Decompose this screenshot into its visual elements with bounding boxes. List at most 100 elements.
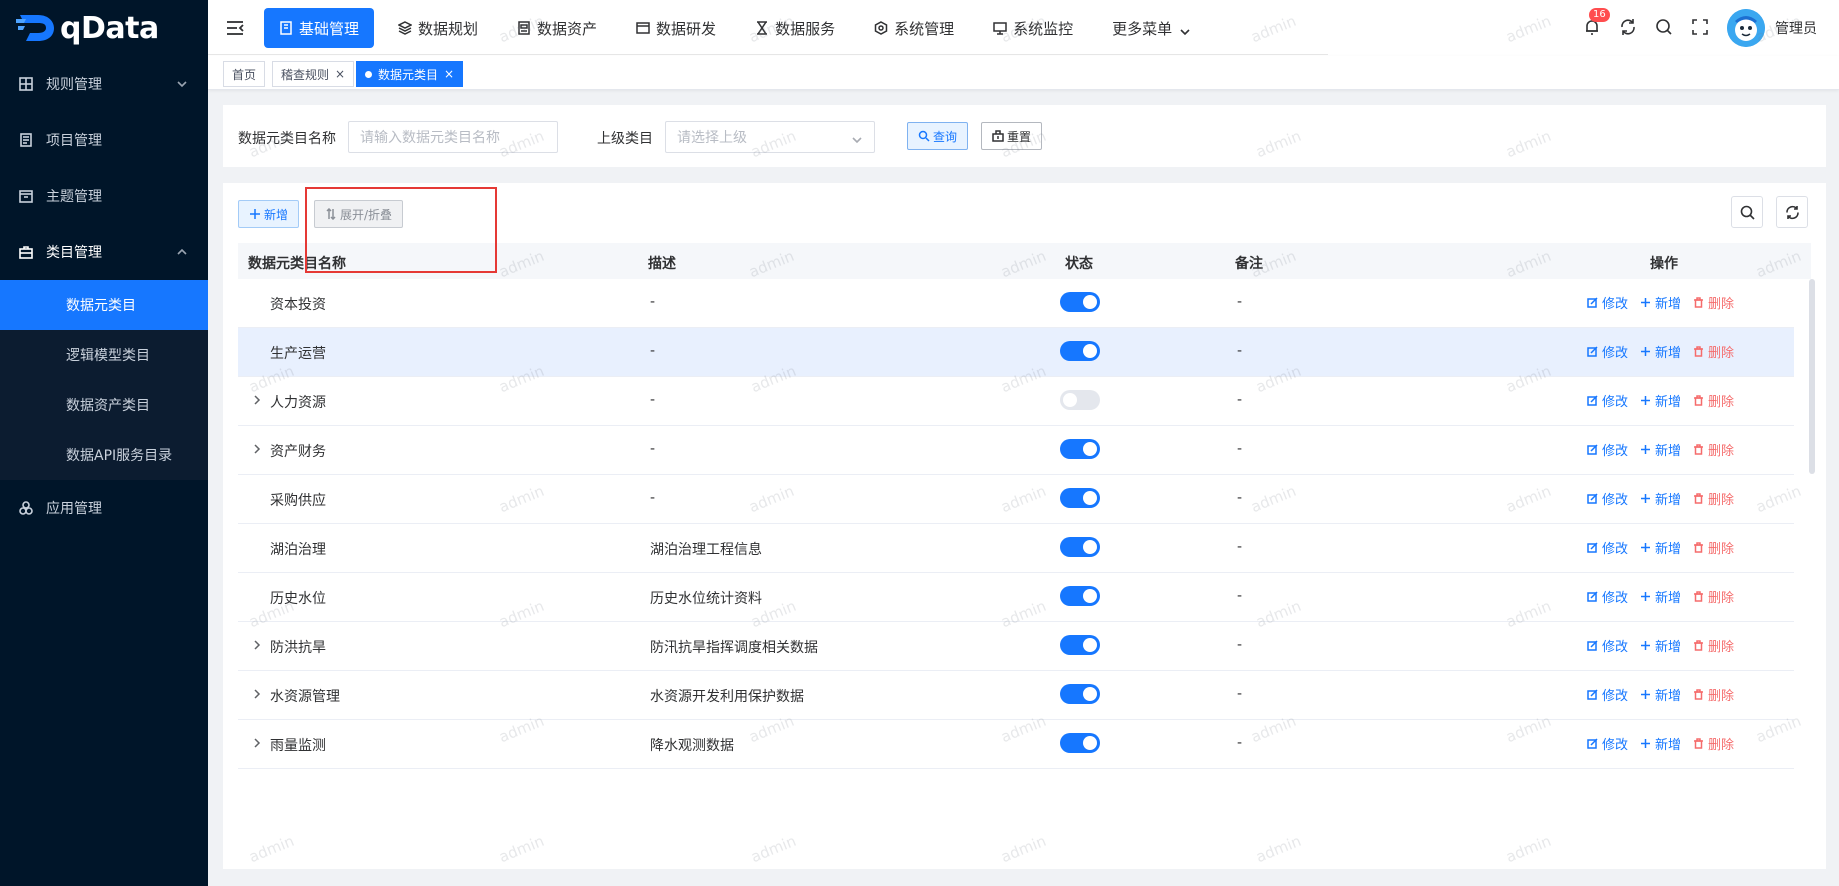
bell-icon[interactable]: 16 <box>1583 8 1610 38</box>
reset-button[interactable]: 重置 <box>981 122 1043 150</box>
nav-data-assets[interactable]: 数据资产 <box>502 8 612 48</box>
query-button[interactable]: 查询 <box>907 122 969 150</box>
add-child-button[interactable]: 新增 <box>1640 685 1681 704</box>
nav-more-menu[interactable]: 更多菜单 <box>1097 8 1205 48</box>
table-refresh-button[interactable] <box>1776 196 1808 228</box>
nav-basic-management[interactable]: 基础管理 <box>264 8 375 48</box>
sidebar-item-projects[interactable]: 项目管理 <box>0 112 208 168</box>
nav-system-management[interactable]: 系统管理 <box>859 8 969 48</box>
edit-button[interactable]: 修改 <box>1587 489 1628 508</box>
delete-button[interactable]: 删除 <box>1693 685 1734 704</box>
status-toggle[interactable] <box>1060 341 1100 361</box>
sidebar-item-rules[interactable]: 规则管理 <box>0 56 208 112</box>
parent-category-select[interactable]: 请选择上级 <box>665 121 875 153</box>
table-row[interactable]: 水资源管理 水资源开发利用保护数据 - 修改 新增 删除 <box>238 671 1794 720</box>
table-row[interactable]: 雨量监测 降水观测数据 - 修改 新增 删除 <box>238 720 1794 769</box>
nav-data-planning[interactable]: 数据规划 <box>383 8 493 48</box>
close-icon[interactable]: × <box>444 67 454 81</box>
nav-data-development[interactable]: 数据研发 <box>621 8 731 48</box>
tag-data-element-category[interactable]: 数据元类目 × <box>356 61 464 87</box>
status-toggle[interactable] <box>1060 684 1100 704</box>
fullscreen-icon[interactable] <box>1691 18 1711 38</box>
delete-button[interactable]: 删除 <box>1693 587 1734 606</box>
delete-button[interactable]: 删除 <box>1693 342 1734 361</box>
search-icon <box>1740 205 1755 220</box>
avatar[interactable] <box>1727 9 1765 47</box>
edit-button[interactable]: 修改 <box>1587 342 1628 361</box>
table-row[interactable]: 湖泊治理 湖泊治理工程信息 - 修改 新增 删除 <box>238 524 1794 573</box>
chevron-right-icon[interactable] <box>252 394 262 405</box>
refresh-icon[interactable] <box>1619 18 1639 38</box>
cell-description: - <box>650 343 656 359</box>
table-row[interactable]: 采购供应 - - 修改 新增 删除 <box>238 475 1794 524</box>
table-row[interactable]: 资产财务 - - 修改 新增 删除 <box>238 426 1794 475</box>
sidebar-subitem-data-element-category[interactable]: 数据元类目 <box>0 280 208 330</box>
sidebar-item-apps[interactable]: 应用管理 <box>0 480 208 536</box>
logo[interactable]: qData <box>0 0 208 56</box>
add-child-button[interactable]: 新增 <box>1640 391 1681 410</box>
category-name-input[interactable]: 请输入数据元类目名称 <box>348 121 558 153</box>
status-toggle[interactable] <box>1060 635 1100 655</box>
search-icon[interactable] <box>1655 18 1675 38</box>
add-child-button[interactable]: 新增 <box>1640 293 1681 312</box>
delete-button[interactable]: 删除 <box>1693 293 1734 312</box>
sidebar-item-topics[interactable]: 主题管理 <box>0 168 208 224</box>
delete-button[interactable]: 删除 <box>1693 538 1734 557</box>
edit-button[interactable]: 修改 <box>1587 538 1628 557</box>
chevron-right-icon[interactable] <box>252 443 262 454</box>
chevron-right-icon[interactable] <box>252 688 262 699</box>
status-toggle[interactable] <box>1060 537 1100 557</box>
sidebar-subitem-logic-model-category[interactable]: 逻辑模型类目 <box>0 330 208 380</box>
input-placeholder: 请输入数据元类目名称 <box>360 130 500 146</box>
edit-button[interactable]: 修改 <box>1587 636 1628 655</box>
chevron-right-icon[interactable] <box>252 737 262 748</box>
edit-button[interactable]: 修改 <box>1587 587 1628 606</box>
menu-collapse-icon[interactable] <box>226 20 246 36</box>
document-icon <box>18 132 34 148</box>
table-row[interactable]: 防洪抗旱 防汛抗旱指挥调度相关数据 - 修改 新增 删除 <box>238 622 1794 671</box>
add-child-button[interactable]: 新增 <box>1640 342 1681 361</box>
status-toggle[interactable] <box>1060 439 1100 459</box>
add-button[interactable]: 新增 <box>238 200 300 228</box>
cell-name: 资产财务 <box>270 444 326 460</box>
add-child-button[interactable]: 新增 <box>1640 489 1681 508</box>
expand-collapse-button[interactable]: 展开/折叠 <box>314 200 404 228</box>
cell-name: 采购供应 <box>270 493 326 509</box>
delete-button[interactable]: 删除 <box>1693 636 1734 655</box>
delete-button[interactable]: 删除 <box>1693 489 1734 508</box>
tag-audit-rules[interactable]: 稽查规则 × <box>272 61 355 87</box>
status-toggle[interactable] <box>1060 390 1100 410</box>
edit-button[interactable]: 修改 <box>1587 685 1628 704</box>
status-toggle[interactable] <box>1060 586 1100 606</box>
table-row[interactable]: 生产运营 - - 修改 新增 删除 <box>238 328 1794 377</box>
close-icon[interactable]: × <box>335 67 345 81</box>
add-child-button[interactable]: 新增 <box>1640 587 1681 606</box>
table-scrollbar[interactable] <box>1809 279 1815 474</box>
status-toggle[interactable] <box>1060 488 1100 508</box>
username[interactable]: 管理员 <box>1775 18 1817 38</box>
add-child-button[interactable]: 新增 <box>1640 440 1681 459</box>
sidebar-subitem-data-api-catalog[interactable]: 数据API服务目录 <box>0 430 208 480</box>
edit-button[interactable]: 修改 <box>1587 293 1628 312</box>
status-toggle[interactable] <box>1060 733 1100 753</box>
chevron-right-icon[interactable] <box>252 639 262 650</box>
sidebar-item-categories[interactable]: 类目管理 <box>0 224 208 280</box>
table-row[interactable]: 历史水位 历史水位统计资料 - 修改 新增 删除 <box>238 573 1794 622</box>
delete-button[interactable]: 删除 <box>1693 734 1734 753</box>
edit-button[interactable]: 修改 <box>1587 391 1628 410</box>
table-row[interactable]: 资本投资 - - 修改 新增 删除 <box>238 279 1794 328</box>
edit-button[interactable]: 修改 <box>1587 440 1628 459</box>
tag-home[interactable]: 首页 <box>223 61 266 87</box>
add-child-button[interactable]: 新增 <box>1640 538 1681 557</box>
delete-button[interactable]: 删除 <box>1693 440 1734 459</box>
nav-data-services[interactable]: 数据服务 <box>740 8 850 48</box>
table-search-toggle-button[interactable] <box>1731 196 1763 228</box>
status-toggle[interactable] <box>1060 292 1100 312</box>
edit-button[interactable]: 修改 <box>1587 734 1628 753</box>
sidebar-subitem-data-asset-category[interactable]: 数据资产类目 <box>0 380 208 430</box>
delete-button[interactable]: 删除 <box>1693 391 1734 410</box>
add-child-button[interactable]: 新增 <box>1640 734 1681 753</box>
add-child-button[interactable]: 新增 <box>1640 636 1681 655</box>
nav-system-monitor[interactable]: 系统监控 <box>978 8 1088 48</box>
table-row[interactable]: 人力资源 - - 修改 新增 删除 <box>238 377 1794 426</box>
